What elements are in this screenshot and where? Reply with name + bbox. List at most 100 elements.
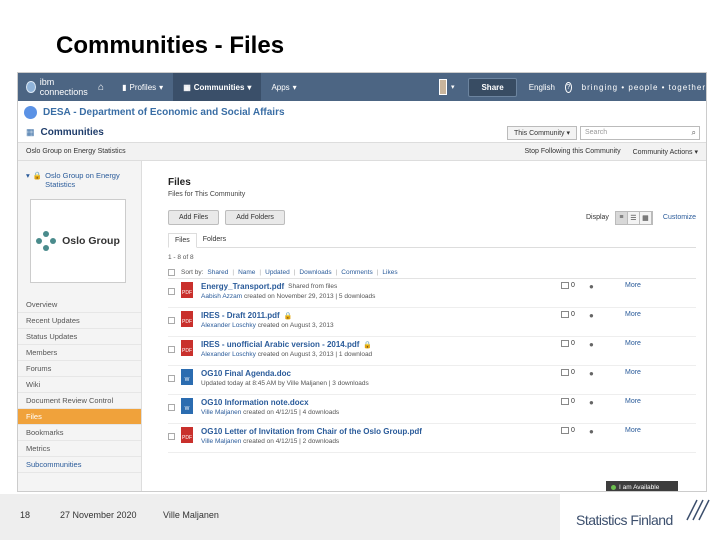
file-checkbox[interactable]: [168, 404, 175, 411]
breadcrumb: Oslo Group on Energy Statistics Stop Fol…: [18, 143, 706, 161]
file-row[interactable]: PDF OG10 Letter of Invitation from Chair …: [168, 424, 696, 453]
file-name-link[interactable]: Energy_Transport.pdf: [201, 282, 284, 291]
file-row[interactable]: PDF Energy_Transport.pdf Shared from files…: [168, 279, 696, 308]
file-checkbox[interactable]: [168, 375, 175, 382]
comments-count[interactable]: 0: [561, 282, 589, 289]
file-row[interactable]: PDF IRES - Draft 2011.pdf 🔒 Alexander Losch…: [168, 308, 696, 337]
file-meta: Updated today at 8:45 AM by Ville Maljan…: [201, 380, 541, 387]
sidebar-item-subcommunities[interactable]: Subcommunities: [18, 457, 141, 473]
file-checkbox[interactable]: [168, 317, 175, 324]
sort-shared[interactable]: Shared: [207, 269, 228, 276]
chat-status-label: I am Available: [619, 483, 660, 491]
more-link[interactable]: More: [625, 311, 653, 318]
user-avatar[interactable]: [438, 79, 447, 95]
sort-downloads[interactable]: Downloads: [299, 269, 331, 276]
search-input[interactable]: Search ⌕: [580, 125, 700, 140]
file-row[interactable]: W OG10 Information note.docx Ville Maljane…: [168, 395, 696, 424]
file-checkbox[interactable]: [168, 288, 175, 295]
nav-apps[interactable]: Apps ▾: [261, 73, 306, 101]
like-icon[interactable]: ●: [589, 398, 625, 407]
file-name-link[interactable]: OG10 Letter of Invitation from Chair of …: [201, 427, 422, 436]
sidebar-item-forums[interactable]: Forums: [18, 361, 141, 377]
add-folders-button[interactable]: Add Folders: [225, 210, 285, 225]
language-selector[interactable]: English: [529, 83, 555, 92]
more-link[interactable]: More: [625, 340, 653, 347]
comments-value: 0: [571, 427, 575, 434]
comments-count[interactable]: 0: [561, 427, 589, 434]
more-link[interactable]: More: [625, 282, 653, 289]
sidebar-item-status-updates[interactable]: Status Updates: [18, 329, 141, 345]
file-checkbox[interactable]: [168, 346, 175, 353]
app-logo[interactable]: ibm connections: [18, 73, 90, 101]
files-subtitle: Files for This Community: [168, 191, 246, 198]
sidebar-item-recent-updates[interactable]: Recent Updates: [18, 313, 141, 329]
files-heading: Files: [168, 177, 191, 188]
search-scope-label: This Community: [513, 129, 565, 137]
search-scope-select[interactable]: This Community ▾: [506, 125, 577, 140]
comments-count[interactable]: 0: [561, 369, 589, 376]
more-link[interactable]: More: [625, 427, 653, 434]
like-icon[interactable]: ●: [589, 282, 625, 291]
stop-following-link[interactable]: Stop Following this Community: [525, 148, 621, 156]
add-files-button[interactable]: Add Files: [168, 210, 220, 225]
comments-count[interactable]: 0: [561, 398, 589, 405]
chat-status-bar[interactable]: I am Available: [606, 481, 678, 491]
search-icon[interactable]: ⌕: [692, 128, 696, 138]
sort-name[interactable]: Name: [238, 269, 255, 276]
sort-comments[interactable]: Comments: [341, 269, 372, 276]
sidebar-item-files[interactable]: Files: [18, 409, 141, 425]
sort-updated[interactable]: Updated: [265, 269, 290, 276]
help-icon[interactable]: ?: [564, 81, 572, 93]
org-name[interactable]: DESA - Department of Economic and Social…: [43, 107, 285, 118]
comment-icon: [561, 282, 569, 289]
like-icon[interactable]: ●: [589, 427, 625, 436]
file-name-link[interactable]: OG10 Final Agenda.doc: [201, 369, 291, 378]
sidebar-item-metrics[interactable]: Metrics: [18, 441, 141, 457]
sidebar-group-name: Oslo Group on Energy Statistics: [45, 171, 120, 189]
file-author-link[interactable]: Alexander Loschky: [201, 322, 256, 329]
file-author-link[interactable]: Ville Maljanen: [201, 438, 241, 445]
tab-folders[interactable]: Folders: [197, 233, 232, 247]
file-name-link[interactable]: OG10 Information note.docx: [201, 398, 309, 407]
sidebar-item-document-review-control[interactable]: Document Review Control: [18, 393, 141, 409]
like-icon[interactable]: ●: [589, 369, 625, 378]
breadcrumb-community[interactable]: Oslo Group on Energy Statistics: [26, 148, 126, 155]
grid-view-icon[interactable]: ▦: [639, 211, 652, 224]
comments-value: 0: [571, 340, 575, 347]
sidebar-item-wiki[interactable]: Wiki: [18, 377, 141, 393]
home-icon[interactable]: ⌂: [90, 73, 112, 101]
file-row[interactable]: W OG10 Final Agenda.doc Updated today at 8…: [168, 366, 696, 395]
select-all-checkbox[interactable]: [168, 269, 175, 276]
like-icon[interactable]: ●: [589, 340, 625, 349]
customize-link[interactable]: Customize: [663, 214, 696, 221]
comments-count[interactable]: 0: [561, 311, 589, 318]
like-icon[interactable]: ●: [589, 311, 625, 320]
sidebar-item-members[interactable]: Members: [18, 345, 141, 361]
file-name-link[interactable]: IRES - Draft 2011.pdf: [201, 311, 280, 320]
details-view-icon[interactable]: ☰: [627, 211, 640, 224]
nav-communities[interactable]: ▦ Communities ▾: [173, 73, 262, 101]
share-button[interactable]: Share: [468, 77, 517, 97]
file-author-link[interactable]: Aabish Azzam: [201, 293, 242, 300]
more-link[interactable]: More: [625, 369, 653, 376]
file-name-link[interactable]: IRES - unofficial Arabic version - 2014.…: [201, 340, 359, 349]
file-author-link[interactable]: Ville Maljanen: [201, 409, 241, 416]
chevron-down-icon[interactable]: ▾: [451, 83, 455, 91]
sidebar-item-bookmarks[interactable]: Bookmarks: [18, 425, 141, 441]
sidebar-group-header[interactable]: ▾ 🔒 Oslo Group on Energy Statistics: [18, 161, 141, 193]
tab-files[interactable]: Files: [168, 233, 197, 248]
file-row[interactable]: PDF IRES - unofficial Arabic version - 20…: [168, 337, 696, 366]
sort-likes[interactable]: Likes: [382, 269, 397, 276]
file-author-link[interactable]: Alexander Loschky: [201, 351, 256, 358]
community-actions-menu[interactable]: Community Actions ▾: [633, 148, 698, 156]
collapse-icon[interactable]: ▾: [26, 171, 30, 189]
nav-apps-label: Apps: [271, 82, 290, 92]
file-checkbox[interactable]: [168, 433, 175, 440]
comments-count[interactable]: 0: [561, 340, 589, 347]
sidebar-item-overview[interactable]: Overview: [18, 297, 141, 313]
nav-profiles[interactable]: ▮ Profiles ▾: [112, 73, 173, 101]
pdf-file-icon: PDF: [181, 282, 193, 298]
list-view-icon[interactable]: ≡: [615, 211, 628, 224]
more-link[interactable]: More: [625, 398, 653, 405]
main-nav: ⌂ ▮ Profiles ▾ ▦ Communities ▾ Apps ▾: [90, 73, 307, 101]
